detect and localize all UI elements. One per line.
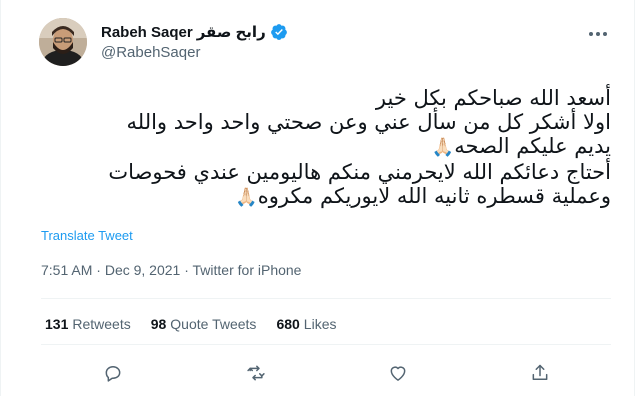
more-icon[interactable]: [586, 22, 610, 46]
retweets-stat[interactable]: 131 Retweets: [45, 316, 131, 332]
tweet-line: أحتاج دعائكم الله لايحرمني منكم هاليومين…: [108, 160, 611, 184]
retweet-icon[interactable]: [244, 361, 268, 385]
tweet-actions: [1, 361, 635, 385]
tweet-source[interactable]: Twitter for iPhone: [193, 262, 302, 278]
author-block: Rabeh Saqer رابح صقر @RabehSaqer: [101, 22, 288, 61]
meta-separator: ·: [96, 262, 101, 278]
display-name-arabic[interactable]: رابح صقر: [197, 23, 266, 41]
praying-hands-emoji: 🙏🏻: [431, 137, 455, 158]
share-icon[interactable]: [528, 361, 552, 385]
avatar-image: [39, 18, 87, 66]
author-name-row[interactable]: Rabeh Saqer رابح صقر: [101, 22, 288, 42]
tweet-card: Rabeh Saqer رابح صقر @RabehSaqer أسعد ال…: [0, 0, 635, 396]
tweet-text: أسعد الله صباحكم بكل خير اولا أشكر كل من…: [41, 86, 611, 210]
divider: [41, 344, 611, 345]
tweet-line: اولا أشكر كل من سأل عني وعن صحتي واحد وا…: [126, 110, 611, 134]
display-name-latin[interactable]: Rabeh Saqer: [101, 24, 193, 41]
verified-badge-icon: [270, 23, 288, 41]
heart-icon[interactable]: [386, 361, 410, 385]
quote-tweets-stat[interactable]: 98 Quote Tweets: [151, 316, 257, 332]
avatar[interactable]: [39, 18, 87, 66]
reply-icon[interactable]: [101, 361, 125, 385]
tweet-line: يديم عليكم الصحه🙏🏻: [431, 134, 611, 158]
tweet-time[interactable]: 7:51 AM: [41, 262, 92, 278]
tweet-date[interactable]: Dec 9, 2021: [105, 262, 181, 278]
meta-separator: ·: [184, 262, 189, 278]
tweet-meta: 7:51 AM · Dec 9, 2021 · Twitter for iPho…: [41, 262, 301, 278]
likes-stat[interactable]: 680 Likes: [276, 316, 336, 332]
divider: [41, 298, 611, 299]
author-handle[interactable]: @RabehSaqer: [101, 44, 288, 61]
tweet-line: أسعد الله صباحكم بكل خير: [375, 86, 611, 110]
tweet-stats: 131 Retweets 98 Quote Tweets 680 Likes: [45, 316, 336, 332]
praying-hands-emoji: 🙏🏻: [235, 187, 258, 208]
translate-tweet-link[interactable]: Translate Tweet: [41, 228, 133, 243]
tweet-line: وعملية قسطره ثانيه الله لايوريكم مكروه🙏🏻: [235, 184, 611, 208]
